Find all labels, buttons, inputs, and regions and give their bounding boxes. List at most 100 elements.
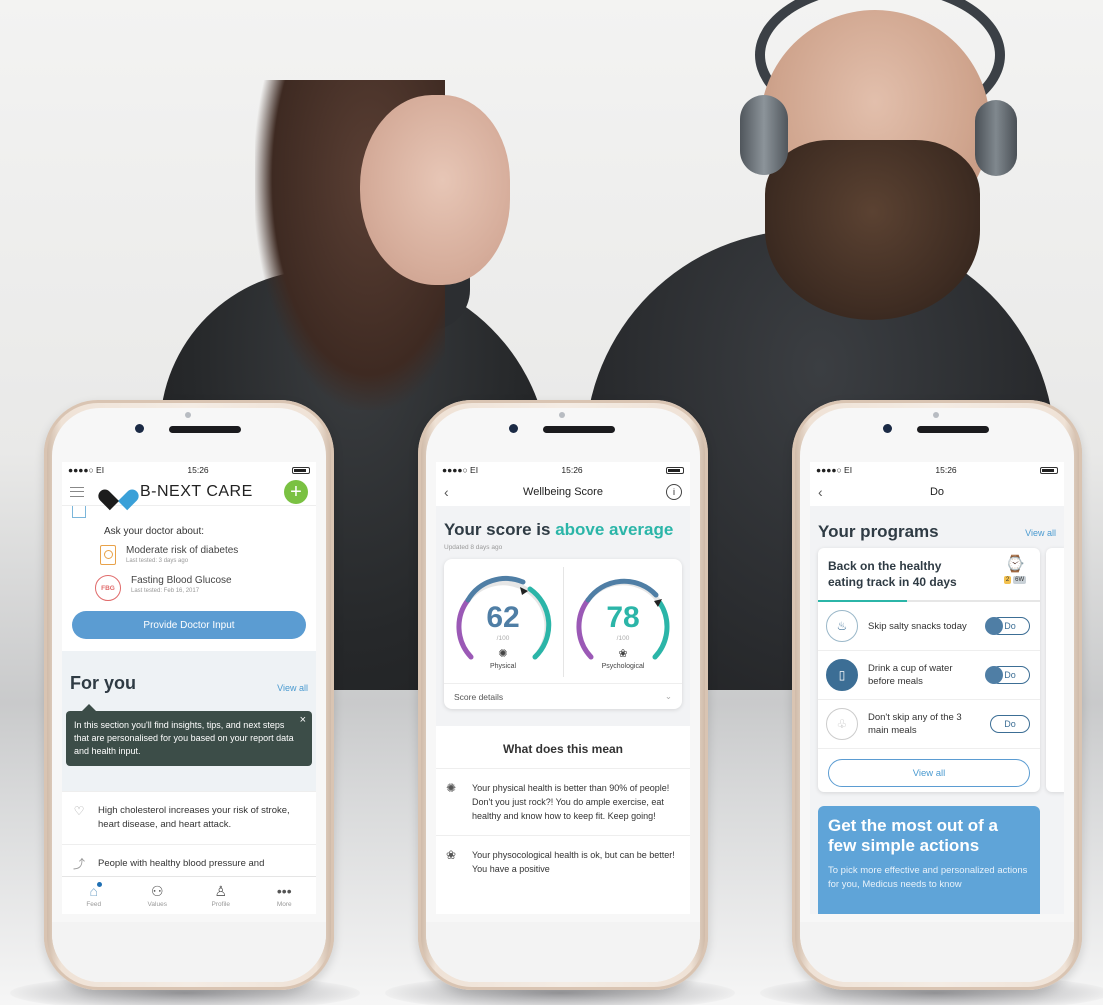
feed-screen: ●●●●○ EI 15:26 B-NEXT CARE + Ask your do… bbox=[62, 462, 316, 914]
calendar-icon: ⌚ bbox=[1005, 556, 1025, 573]
tab-label: Profile bbox=[211, 900, 230, 908]
wellbeing-screen: ●●●●○ EI 15:26 ‹ Wellbeing Score i Your … bbox=[436, 462, 690, 914]
physical-icon: ✺ bbox=[446, 781, 457, 795]
carrier: ●●●●○ EI bbox=[816, 465, 853, 475]
brain-icon: ❀ bbox=[618, 648, 628, 660]
man-beard bbox=[765, 140, 980, 320]
do-toggle[interactable]: Do bbox=[985, 616, 1030, 635]
nav-title: Wellbeing Score bbox=[523, 486, 603, 498]
psychological-denominator: /100 bbox=[616, 635, 630, 642]
meaning-item: ✺ Your physical health is better than 90… bbox=[436, 768, 690, 835]
next-program-card[interactable] bbox=[1046, 548, 1064, 792]
task-row: ♨ Skip salty snacks today Do bbox=[818, 602, 1040, 651]
nav-bar: ‹ Do bbox=[810, 478, 1064, 506]
promo-text: To pick more effective and personalized … bbox=[828, 865, 1028, 890]
back-icon[interactable]: ‹ bbox=[818, 484, 823, 500]
earpiece-speaker bbox=[169, 426, 241, 433]
headline-prefix: Your score is bbox=[444, 520, 556, 539]
status-bar: ●●●●○ EI 15:26 bbox=[810, 462, 1064, 478]
tab-more[interactable]: ••• More bbox=[259, 884, 309, 908]
item-subtitle: Last tested: Feb 16, 2017 bbox=[131, 588, 200, 594]
lightbulb-icon: ♡ bbox=[73, 804, 85, 818]
score-card: 62 /100 ✺ Physical 78 /100 ❀ Psychologic… bbox=[444, 559, 682, 709]
physical-denominator: /100 bbox=[496, 635, 510, 642]
back-icon[interactable]: ‹ bbox=[444, 484, 449, 500]
brand-name: B-NEXT CARE bbox=[140, 482, 253, 500]
menu-icon[interactable] bbox=[70, 486, 84, 497]
battery-icon bbox=[1039, 466, 1058, 474]
meal-icon: ♧ bbox=[826, 708, 858, 740]
do-toggle[interactable]: Do bbox=[985, 665, 1030, 684]
clock: 15:26 bbox=[935, 465, 957, 475]
physical-icon: ✺ bbox=[498, 648, 508, 660]
ask-doctor-label: Ask your doctor about: bbox=[104, 526, 205, 537]
headphone-left bbox=[740, 95, 788, 175]
task-text: Don't skip any of the 3 main meals bbox=[868, 712, 962, 736]
tab-values[interactable]: ⚇ Values bbox=[132, 884, 182, 908]
battery-icon bbox=[291, 466, 310, 474]
phone-chin bbox=[800, 922, 1074, 982]
tab-bar: ⌂ Feed ⚇ Values ♙ Profile ••• More bbox=[62, 876, 316, 914]
feed-text: People with healthy blood pressure and bbox=[98, 858, 265, 869]
phone-chin bbox=[52, 922, 326, 982]
physical-label: Physical bbox=[489, 663, 517, 670]
feed-item[interactable]: ♡ High cholesterol increases your risk o… bbox=[62, 791, 316, 844]
psychological-label: Psychological bbox=[601, 663, 645, 670]
score-details-label: Score details bbox=[454, 691, 504, 702]
psychological-gauge: 78 /100 ❀ Psychological bbox=[568, 565, 678, 675]
walking-icon: ♨ bbox=[826, 610, 858, 642]
psychological-score: 78 bbox=[606, 601, 640, 634]
tab-feed[interactable]: ⌂ Feed bbox=[69, 881, 119, 908]
program-card[interactable]: Back on the healthy eating track in 40 d… bbox=[818, 548, 1040, 792]
view-all-link[interactable]: View all bbox=[277, 683, 308, 693]
info-icon[interactable]: i bbox=[666, 484, 682, 500]
progress-fill bbox=[818, 600, 907, 602]
lab-report-icon bbox=[100, 545, 116, 565]
list-item[interactable]: FBG Fasting Blood Glucose Last tested: F… bbox=[95, 575, 306, 601]
promo-title: Get the most out of a few simple actions bbox=[828, 816, 998, 855]
feed-text: High cholesterol increases your risk of … bbox=[98, 805, 290, 830]
what-mean-title: What does this mean bbox=[502, 742, 624, 756]
close-icon[interactable]: × bbox=[300, 714, 306, 727]
nav-bar: ‹ Wellbeing Score i bbox=[436, 478, 690, 506]
clock: 15:26 bbox=[187, 465, 209, 475]
do-toggle[interactable]: Do bbox=[990, 715, 1030, 733]
meaning-item: ❀ Your physocological health is ok, but … bbox=[436, 835, 690, 888]
promo-card[interactable]: Get the most out of a few simple actions… bbox=[818, 806, 1040, 914]
more-icon: ••• bbox=[276, 882, 292, 899]
carrier: ●●●●○ EI bbox=[68, 465, 105, 475]
item-title: Moderate risk of diabetes bbox=[126, 545, 239, 556]
proximity-sensor bbox=[185, 412, 191, 418]
item-subtitle: Last tested: 3 days ago bbox=[126, 558, 189, 564]
physical-score: 62 bbox=[486, 601, 520, 634]
task-text: Skip salty snacks today bbox=[868, 620, 967, 632]
view-all-button[interactable]: View all bbox=[828, 759, 1030, 787]
battery-icon bbox=[665, 466, 684, 474]
view-all-link[interactable]: View all bbox=[1025, 528, 1056, 538]
tab-label: Feed bbox=[86, 900, 102, 908]
status-bar: ●●●●○ EI 15:26 bbox=[436, 462, 690, 478]
for-you-section: For you View all In this section you'll … bbox=[62, 651, 316, 791]
score-section: Your score is above average Updated 8 da… bbox=[436, 506, 690, 726]
list-item[interactable]: Moderate risk of diabetes Last tested: 3… bbox=[100, 545, 306, 565]
nav-title: Do bbox=[929, 486, 945, 498]
gauge-divider bbox=[563, 567, 564, 677]
tab-profile[interactable]: ♙ Profile bbox=[196, 884, 246, 908]
earpiece-speaker bbox=[543, 426, 615, 433]
score-details-row[interactable]: Score details ⌄ bbox=[444, 683, 682, 709]
meaning-text: Your physocological health is ok, but ca… bbox=[472, 850, 675, 874]
item-title: Fasting Blood Glucose bbox=[131, 575, 232, 586]
score-headline: Your score is above average bbox=[444, 520, 682, 540]
phone-programs: ●●●●○ EI 15:26 ‹ Do Your programs View a… bbox=[792, 400, 1082, 990]
proximity-sensor bbox=[559, 412, 565, 418]
woman-face bbox=[360, 95, 510, 285]
provide-doctor-input-button[interactable]: Provide Doctor Input bbox=[72, 611, 306, 639]
phone-chin bbox=[426, 922, 700, 982]
level-badge: 2 bbox=[1003, 576, 1012, 584]
add-button[interactable]: + bbox=[284, 479, 308, 504]
checkbox-icon bbox=[72, 506, 86, 518]
status-bar: ●●●●○ EI 15:26 bbox=[62, 462, 316, 478]
clock: 15:26 bbox=[561, 465, 583, 475]
front-camera bbox=[135, 424, 144, 433]
tab-label: More bbox=[276, 900, 292, 908]
